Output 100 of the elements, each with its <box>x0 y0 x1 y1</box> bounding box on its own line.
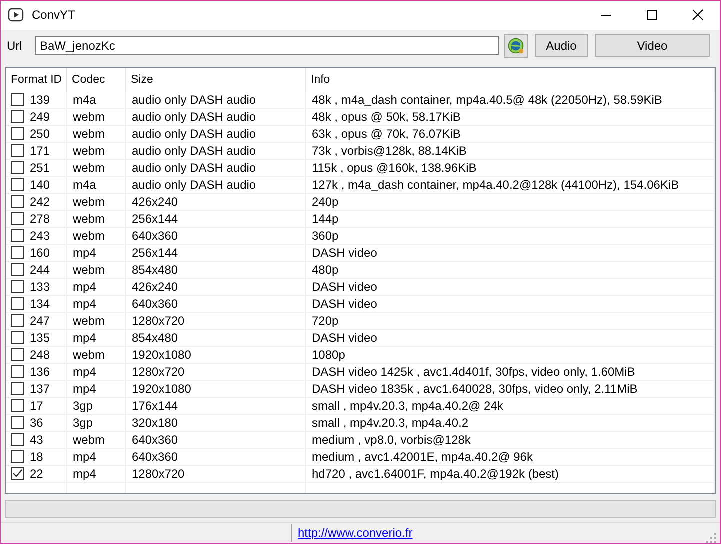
table-cell: DASH video <box>312 330 378 345</box>
table-cell: 480p <box>312 262 339 277</box>
table-cell: audio only DASH audio <box>132 160 256 175</box>
checkbox[interactable] <box>11 229 24 242</box>
resize-grip-icon[interactable] <box>706 533 716 543</box>
window-title: ConvYT <box>32 8 76 22</box>
checkbox[interactable] <box>11 212 24 226</box>
table-cell: 640x360 <box>132 296 178 311</box>
checkbox[interactable] <box>11 161 24 174</box>
table-cell: 248 <box>30 348 50 362</box>
column-header[interactable]: Codec <box>67 68 126 92</box>
table-cell: webm <box>73 262 106 277</box>
table-cell: 1280x720 <box>132 466 185 481</box>
fetch-button[interactable] <box>504 34 528 58</box>
checkbox[interactable] <box>11 110 24 124</box>
table-cell: 640x360 <box>132 228 178 243</box>
table-cell: audio only DASH audio <box>132 92 256 107</box>
checkbox[interactable] <box>11 195 24 208</box>
url-field[interactable]: BaW_jenozKc <box>35 36 499 56</box>
table-cell: 854x480 <box>132 262 178 277</box>
checkbox[interactable] <box>11 399 24 412</box>
checkbox[interactable] <box>11 297 24 310</box>
table-cell: 240p <box>312 194 339 209</box>
table-cell: DASH video <box>312 296 378 311</box>
table-cell: 160 <box>30 246 50 260</box>
audio-button[interactable]: Audio <box>535 34 588 58</box>
checkbox[interactable] <box>11 382 24 396</box>
app-icon <box>8 8 24 22</box>
table-cell: 48k , opus @ 50k, 58.17KiB <box>312 110 461 124</box>
website-link[interactable]: http://www.converio.fr <box>298 526 413 540</box>
column-header[interactable]: Format ID <box>6 68 67 92</box>
checkbox[interactable] <box>11 314 24 328</box>
table-cell: 133 <box>30 280 50 294</box>
table-cell: 43 <box>30 432 44 447</box>
checkbox[interactable] <box>11 416 24 430</box>
close-icon[interactable] <box>692 9 704 22</box>
checkbox[interactable] <box>11 365 24 378</box>
checkbox[interactable] <box>11 433 24 446</box>
checkbox[interactable] <box>11 178 24 192</box>
checkbox[interactable] <box>11 93 24 106</box>
table-cell: 73k , vorbis@128k, 88.14KiB <box>312 144 467 158</box>
table-cell: 140 <box>30 178 50 192</box>
maximize-icon[interactable] <box>646 9 658 22</box>
table-cell: 1080p <box>312 348 346 362</box>
table-cell: DASH video 1835k , avc1.640028, 30fps, video only, 2.11MiB <box>312 382 638 396</box>
table-cell: mp4 <box>73 330 96 345</box>
table-cell: 244 <box>30 262 50 277</box>
table-cell: webm <box>73 432 106 447</box>
table-cell: 3gp <box>73 416 94 430</box>
checkbox[interactable] <box>11 450 24 464</box>
table-cell: 136 <box>30 364 50 379</box>
table-cell: webm <box>73 160 106 175</box>
table-cell: mp4 <box>73 466 96 481</box>
table-cell: mp4 <box>73 296 96 311</box>
checkbox[interactable] <box>11 263 24 276</box>
table-cell: 249 <box>30 110 50 124</box>
table-cell: 256x144 <box>132 212 178 226</box>
checkbox[interactable] <box>11 280 24 294</box>
video-button[interactable]: Video <box>595 34 710 58</box>
table-cell: audio only DASH audio <box>132 144 256 158</box>
table-cell: medium , vp8.0, vorbis@128k <box>312 432 471 447</box>
table-cell: audio only DASH audio <box>132 126 256 141</box>
table-cell: 176x144 <box>132 398 178 413</box>
checkbox[interactable] <box>11 144 24 158</box>
table-cell: webm <box>73 228 106 243</box>
table-cell: 139 <box>30 92 50 107</box>
table-cell: 720p <box>312 314 339 328</box>
checkbox[interactable] <box>11 246 24 260</box>
table-cell: 48k , m4a_dash container, mp4a.40.5@ 48k (22050Hz), 58.59KiB <box>312 92 662 107</box>
table-cell: 360p <box>312 228 339 243</box>
table-cell: mp4 <box>73 450 96 464</box>
table-cell: webm <box>73 194 106 209</box>
table-cell: 36 <box>30 416 44 430</box>
table-cell: 1920x1080 <box>132 348 192 362</box>
table-cell: webm <box>73 314 106 328</box>
table-cell: 247 <box>30 314 50 328</box>
table-cell: m4a <box>73 92 96 107</box>
table-cell: 243 <box>30 228 50 243</box>
table-cell: 250 <box>30 126 50 141</box>
table-cell: DASH video <box>312 246 378 260</box>
table-cell: small , mp4v.20.3, mp4a.40.2 <box>312 416 469 430</box>
table-cell: 251 <box>30 160 50 175</box>
checkbox[interactable] <box>11 467 24 480</box>
checkbox[interactable] <box>11 348 24 362</box>
table-cell: 1280x720 <box>132 314 185 328</box>
table-cell: 3gp <box>73 398 94 413</box>
table-cell: 320x180 <box>132 416 178 430</box>
checkbox[interactable] <box>11 331 24 344</box>
checkbox[interactable] <box>11 127 24 140</box>
column-header[interactable]: Size <box>126 68 306 92</box>
table-cell: small , mp4v.20.3, mp4a.40.2@ 24k <box>312 398 504 413</box>
table-cell: 22 <box>30 466 44 481</box>
table-cell: 171 <box>30 144 50 158</box>
table-cell: hd720 , avc1.64001F, mp4a.40.2@192k (best) <box>312 466 560 481</box>
table-cell: 242 <box>30 194 50 209</box>
table-cell: 1280x720 <box>132 364 185 379</box>
table-cell: 63k , opus @ 70k, 76.07KiB <box>312 126 461 141</box>
column-header[interactable]: Info <box>306 68 715 92</box>
table-cell: mp4 <box>73 246 96 260</box>
table-cell: webm <box>73 348 106 362</box>
